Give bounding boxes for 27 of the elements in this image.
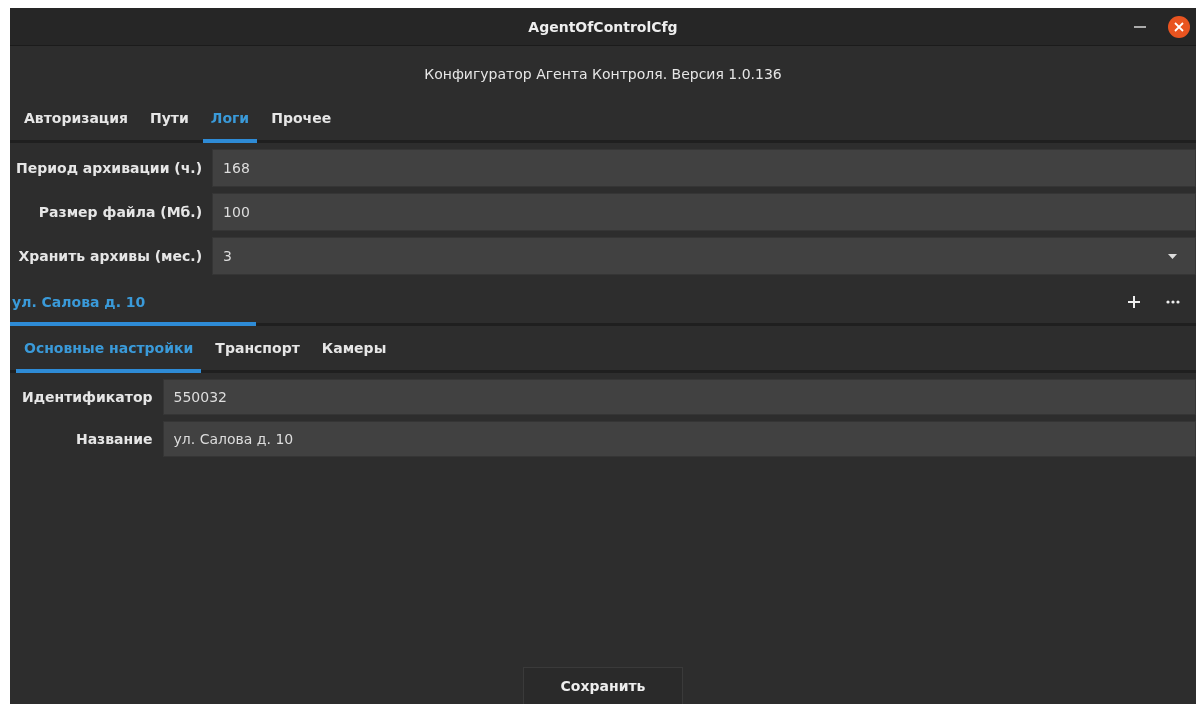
tab[interactable]: Транспорт (207, 326, 308, 373)
input-field[interactable]: ул. Салова д. 10 (162, 421, 1196, 457)
field-label: Период архивации (ч.) (16, 160, 203, 176)
tab[interactable]: Авторизация (16, 96, 136, 143)
plus-icon (1128, 296, 1140, 308)
version-header: Конфигуратор Агента Контроля. Версия 1.0.136 (423, 65, 783, 84)
dropdown-arrow-icon (1168, 253, 1177, 259)
field-label: Идентификатор (21, 389, 153, 405)
close-button[interactable] (1168, 16, 1190, 38)
tab[interactable]: Логи (202, 96, 258, 143)
object-tab[interactable]: ул. Салова д. 10 (10, 281, 256, 326)
tab[interactable]: Прочее (263, 96, 340, 143)
field-label: Название (74, 431, 153, 447)
save-button[interactable]: Сохранить (523, 667, 683, 704)
more-icon (1166, 300, 1180, 304)
window-title: AgentOfControlCfg (528, 18, 678, 35)
input-field[interactable]: 168 (212, 149, 1196, 187)
tab[interactable]: Пути (142, 96, 197, 143)
tab[interactable]: Основные настройки (16, 326, 202, 373)
field-label: Хранить архивы (мес.) (18, 248, 203, 264)
tab[interactable]: Камеры (313, 326, 395, 373)
minimize-icon (1134, 25, 1146, 29)
input-field[interactable]: 550032 (162, 379, 1196, 415)
field-label: Размер файла (Мб.) (38, 204, 203, 220)
input-field[interactable]: 100 (212, 193, 1196, 231)
dropdown-field[interactable]: 3 (212, 237, 1196, 275)
close-icon (1174, 22, 1184, 32)
